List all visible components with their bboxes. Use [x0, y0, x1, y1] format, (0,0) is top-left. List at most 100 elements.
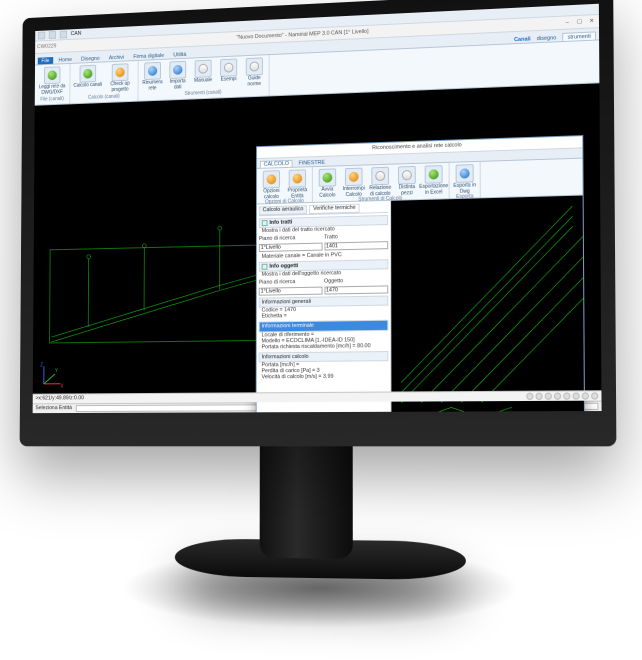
monitor-mockup: CAN CW0229 "Nuovo Documento" - Namirial …: [0, 0, 642, 660]
maximize-icon[interactable]: ▢: [574, 18, 584, 27]
tool-dot-icon[interactable]: [582, 392, 589, 399]
tab-utilita[interactable]: Utilità: [170, 51, 190, 59]
excel-icon: [425, 165, 443, 184]
viewer-drawing: [391, 196, 584, 414]
group-title-calcolo: Calcolo (canali): [73, 94, 135, 102]
btn-manuale[interactable]: Manuale: [192, 59, 215, 89]
qat-save-icon[interactable]: [38, 32, 45, 40]
command-prompt-label: Seleziona Entità: [35, 406, 72, 412]
btn-esempi[interactable]: Esempi: [217, 58, 240, 88]
ctx-tab-strumenti[interactable]: strumenti: [563, 31, 596, 41]
report-icon: [371, 167, 389, 186]
btn-opzioni-calcolo[interactable]: Opzioni calcolo: [260, 170, 283, 200]
dlg-tab-finestre[interactable]: FINESTRE: [296, 160, 328, 167]
panel-tablist: Calcolo aeraulico Verifiche termiche: [259, 203, 388, 216]
btn-export-excel[interactable]: Esportazione in Excel: [422, 165, 446, 196]
tab-file[interactable]: File: [38, 57, 53, 64]
btn-avvia-calcolo[interactable]: Avvia Calcolo: [316, 168, 339, 199]
dlg-group-opzioni: Opzioni calcolo Proprietà Entità Opzioni…: [257, 167, 313, 203]
play-icon: [319, 168, 337, 186]
btn-proprieta-entita[interactable]: Proprietà Entità: [286, 169, 309, 199]
info-oggetti-sub: Mostra i dati dell'oggetto ricercato: [259, 270, 388, 279]
props-icon: [289, 169, 306, 187]
checkup-icon: [112, 63, 129, 81]
btn-importa-dati[interactable]: Importa dati: [166, 61, 189, 91]
lbl-piano-ogg: Piano di ricerca: [259, 279, 322, 286]
info-tratti-note: Materiale canale = Canale in PVC: [259, 251, 388, 260]
row-velocita: Velocità di calcolo [m/s] = 3.99: [259, 373, 389, 380]
info-icon: [262, 220, 268, 226]
guides-icon: [246, 57, 263, 75]
row-etichetta: Etichetta =: [259, 312, 389, 320]
dlg-group-strumenti: Avvia Calcolo Interrompi Calcolo Relazio…: [313, 163, 450, 202]
svg-text:Y: Y: [55, 368, 59, 374]
btn-checkup-progetto[interactable]: Check up progetto: [105, 63, 135, 93]
fld-piano-tratti[interactable]: 1°Livello: [259, 243, 322, 252]
btn-relazione[interactable]: Relazione di calcolo: [368, 167, 392, 198]
tab-archivi[interactable]: Archivi: [105, 54, 128, 62]
lbl-piano-tratti: Piano di ricerca: [259, 235, 322, 243]
viewer-status: >x:621/y:49.89/z:0.00: [35, 396, 84, 402]
btn-distinta[interactable]: Distinta pezzi: [395, 166, 419, 197]
bom-icon: [398, 166, 416, 185]
fld-oggetto[interactable]: 1470: [324, 286, 388, 295]
ribbon-group-calcolo: Calcolo canali Check up progetto Calcolo…: [70, 61, 138, 103]
renumber-icon: [144, 62, 161, 80]
dlg-tab-calcolo[interactable]: CALCOLO: [260, 160, 293, 168]
btn-calcolo-canali[interactable]: Calcolo canali: [73, 64, 103, 94]
tab-home[interactable]: Home: [55, 56, 76, 64]
tool-dot-icon[interactable]: [591, 392, 598, 399]
properties-panel: Calcolo aeraulico Verifiche termiche Inf…: [257, 201, 392, 413]
cad-viewport[interactable]: X Z Y Riconoscimento e analisi rete calc…: [33, 83, 602, 393]
panel-tab-aeraulico[interactable]: Calcolo aeraulico: [259, 205, 307, 215]
manual-icon: [195, 60, 212, 78]
context-group: Canali: [514, 36, 531, 43]
ctx-tab-disegno[interactable]: disegno: [533, 34, 561, 42]
title-id: CW0229: [37, 43, 56, 50]
app-window: CAN CW0229 "Nuovo Documento" - Namirial …: [33, 4, 602, 413]
qat-label: CAN: [71, 31, 82, 37]
dialog-body: Calcolo aeraulico Verifiche termiche Inf…: [257, 196, 585, 414]
monitor-stand-neck: [260, 432, 353, 559]
fld-piano-ogg[interactable]: 1°Livello: [259, 287, 322, 296]
examples-icon: [220, 58, 237, 76]
dialog-3d-viewer[interactable]: [391, 196, 584, 414]
lbl-tratto: Tratto: [324, 233, 388, 241]
tool-dot-icon[interactable]: [572, 392, 579, 399]
tool-dot-icon[interactable]: [563, 393, 570, 400]
lbl-oggetto: Oggetto: [324, 278, 388, 285]
calc-dialog: Riconoscimento e analisi rete calcolo CA…: [256, 135, 586, 413]
btn-interrompi-calcolo[interactable]: Interrompi Calcolo: [342, 167, 365, 198]
monitor-frame: CAN CW0229 "Nuovo Documento" - Namirial …: [20, 0, 617, 446]
dlg-group-esporta: Esporta in Dwg Esporta: [450, 162, 481, 198]
dialog-title: Riconoscimento e analisi rete calcolo: [372, 143, 462, 152]
svg-text:X: X: [60, 384, 64, 390]
dwg-icon: [456, 164, 474, 183]
import-data-icon: [169, 61, 186, 79]
info-icon: [262, 264, 268, 270]
btn-rinumera-rete[interactable]: Rinumera rete: [141, 62, 163, 92]
row-portata-risc: Portata richiesta riscaldamento [mc/h] =…: [259, 343, 389, 351]
qat-redo-icon[interactable]: [60, 30, 67, 38]
minimize-icon[interactable]: –: [562, 18, 572, 27]
ribbon-group-strumenti: Rinumera rete Importa dati Manuale: [138, 55, 269, 101]
close-icon[interactable]: ✕: [587, 17, 597, 26]
btn-leggi-rete[interactable]: Leggi rete da DWG/DXF: [38, 66, 67, 96]
fld-tratto[interactable]: 1401: [324, 241, 388, 250]
panel-tab-verifiche[interactable]: Verifiche termiche: [309, 204, 359, 214]
qat-undo-icon[interactable]: [49, 31, 56, 39]
tool-dot-icon[interactable]: [526, 393, 533, 400]
ribbon-group-file: Leggi rete da DWG/DXF File (canali): [35, 64, 71, 105]
tab-disegno[interactable]: Disegno: [77, 55, 103, 63]
calc-icon: [80, 65, 97, 83]
btn-export-dwg[interactable]: Esporta in Dwg: [453, 164, 477, 195]
group-title-file: File (canali): [37, 96, 66, 102]
stop-icon: [345, 168, 363, 187]
context-title: Canali: [514, 36, 531, 43]
tool-dot-icon[interactable]: [545, 393, 552, 400]
btn-guide-norme[interactable]: Guide norme: [243, 57, 266, 87]
import-dwg-icon: [44, 66, 60, 84]
tool-dot-icon[interactable]: [554, 393, 561, 400]
tool-dot-icon[interactable]: [535, 393, 542, 400]
options-icon: [263, 170, 280, 188]
